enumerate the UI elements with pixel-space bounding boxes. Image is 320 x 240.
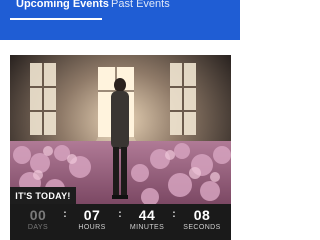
seconds-value: 08 bbox=[193, 207, 211, 223]
tab-upcoming-events[interactable]: Upcoming Events bbox=[16, 0, 109, 10]
tab-past-events[interactable]: Past Events bbox=[111, 0, 170, 10]
minutes-label: MINUTES bbox=[129, 224, 165, 231]
active-tab-indicator bbox=[10, 18, 102, 20]
countdown-timer: 00 DAYS : 07 HOURS : 44 MINUTES : 08 SEC… bbox=[10, 204, 231, 240]
seconds-label: SECONDS bbox=[183, 224, 221, 231]
days-label: DAYS bbox=[27, 224, 49, 231]
minutes-value: 44 bbox=[138, 207, 156, 223]
hours-value: 07 bbox=[83, 207, 101, 223]
days-value: 00 bbox=[29, 207, 47, 223]
hours-label: HOURS bbox=[78, 224, 106, 231]
event-tabs-bar: Upcoming Events Past Events bbox=[0, 0, 240, 40]
